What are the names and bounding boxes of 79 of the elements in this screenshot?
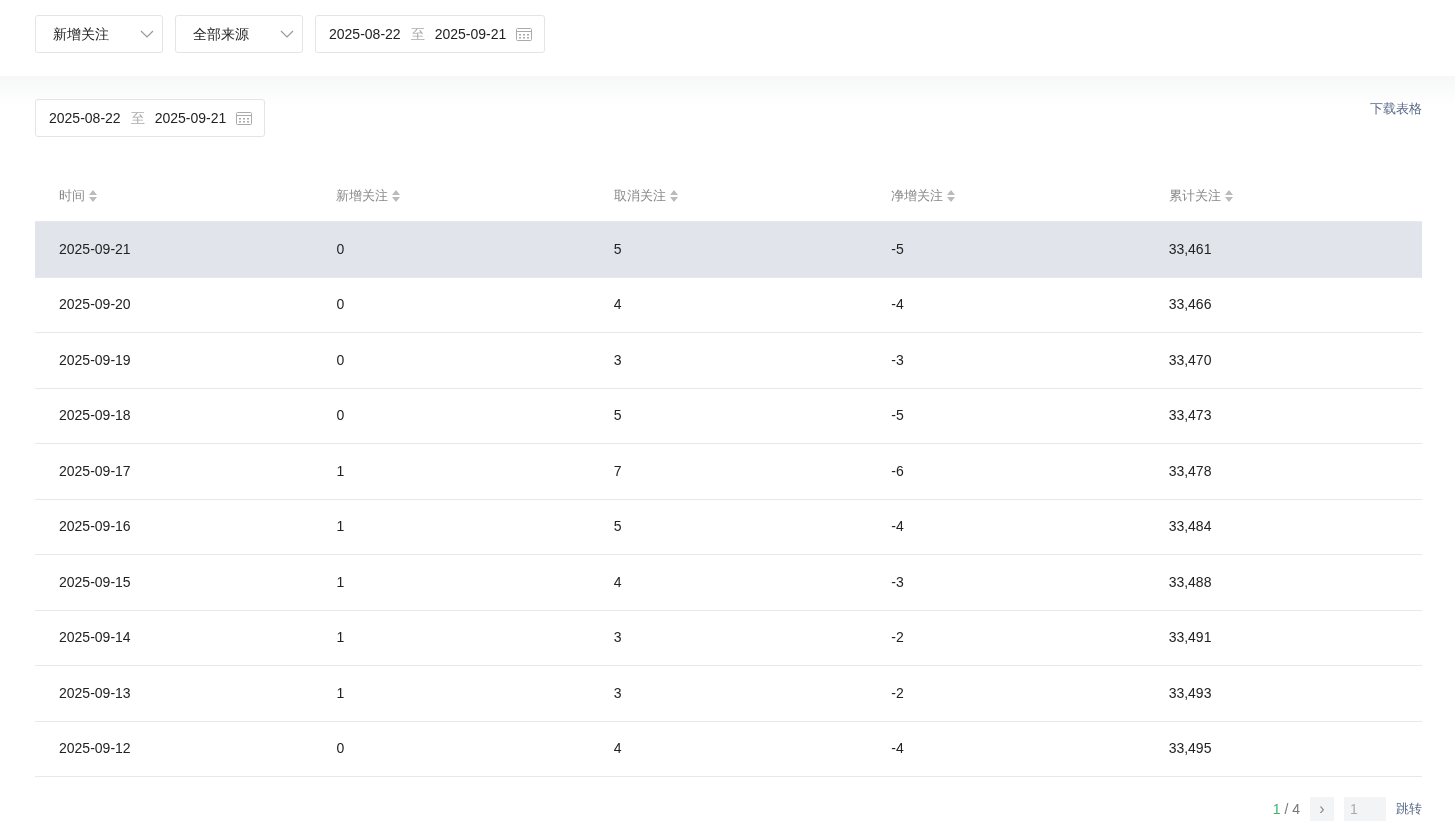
table-cell: 33,478 bbox=[1168, 462, 1212, 479]
table-cell: 2025-09-15 bbox=[59, 573, 131, 590]
table-cell: -2 bbox=[891, 629, 904, 646]
column-header[interactable]: 时间 bbox=[59, 185, 85, 206]
range-separator: 至 bbox=[410, 24, 425, 44]
table-cell: 1 bbox=[336, 573, 345, 590]
table-cell: 33,461 bbox=[1168, 240, 1212, 257]
table-cell: -4 bbox=[891, 740, 904, 757]
table-cell: 33,466 bbox=[1168, 296, 1212, 313]
column-header[interactable]: 新增关注 bbox=[336, 185, 389, 206]
table-cell: 4 bbox=[613, 573, 622, 590]
download-link[interactable]: 下载表格 bbox=[1370, 99, 1422, 119]
jump-link[interactable]: 跳转 bbox=[1396, 799, 1422, 819]
table-cell: 33,495 bbox=[1168, 740, 1212, 757]
page-input[interactable]: 1 bbox=[1344, 797, 1386, 821]
column-header[interactable]: 取消关注 bbox=[613, 185, 666, 206]
chevron-down-icon bbox=[280, 30, 294, 38]
sort-icon[interactable] bbox=[668, 188, 679, 203]
table-cell: 4 bbox=[613, 296, 622, 313]
select-dropdown[interactable]: 新增关注 bbox=[35, 15, 163, 53]
select-dropdown[interactable]: 全部来源 bbox=[175, 15, 303, 53]
table-cell: 1 bbox=[336, 684, 345, 701]
range-separator: 至 bbox=[130, 108, 145, 128]
table-cell: -2 bbox=[891, 684, 904, 701]
table-cell: 0 bbox=[336, 407, 345, 424]
table-cell: 33,484 bbox=[1168, 518, 1212, 535]
table-cell: 4 bbox=[613, 740, 622, 757]
table-cell: 5 bbox=[613, 240, 622, 257]
table-cell: 5 bbox=[613, 518, 622, 535]
column-header[interactable]: 净增关注 bbox=[891, 185, 944, 206]
table-cell: 0 bbox=[336, 240, 345, 257]
table-cell: 2025-09-20 bbox=[59, 296, 131, 313]
date-range-picker[interactable]: 2025-08-22 至 2025-09-21 bbox=[35, 99, 266, 137]
table-cell: 5 bbox=[613, 407, 622, 424]
sort-icon[interactable] bbox=[391, 188, 402, 203]
start-date: 2025-08-22 bbox=[49, 108, 121, 128]
next-page-button[interactable]: › bbox=[1310, 797, 1334, 821]
column-header[interactable]: 累计关注 bbox=[1168, 185, 1221, 206]
table-cell: 33,491 bbox=[1168, 629, 1212, 646]
table-cell: -4 bbox=[891, 518, 904, 535]
sort-icon[interactable] bbox=[1223, 188, 1234, 203]
page-indicator: 1 / 4 bbox=[1272, 799, 1300, 819]
table-cell: -3 bbox=[891, 573, 904, 590]
table-cell: 2025-09-16 bbox=[59, 518, 131, 535]
calendar-icon bbox=[516, 27, 533, 41]
table-cell: 0 bbox=[336, 296, 345, 313]
table-cell: 3 bbox=[613, 351, 622, 368]
table-cell: 2025-09-14 bbox=[59, 629, 131, 646]
table-cell: 2025-09-18 bbox=[59, 407, 131, 424]
table-cell: 2025-09-21 bbox=[59, 240, 131, 257]
table-cell: -5 bbox=[891, 240, 904, 257]
chevron-down-icon bbox=[140, 30, 154, 38]
table-cell: -5 bbox=[891, 407, 904, 424]
table-cell: 2025-09-13 bbox=[59, 684, 131, 701]
table-cell: 3 bbox=[613, 629, 622, 646]
table-cell: 0 bbox=[336, 351, 345, 368]
calendar-icon bbox=[236, 111, 253, 125]
table-cell: 33,493 bbox=[1168, 684, 1212, 701]
sort-icon[interactable] bbox=[946, 188, 957, 203]
sort-icon[interactable] bbox=[88, 188, 98, 203]
date-range-picker[interactable]: 2025-08-22 至 2025-09-21 bbox=[315, 15, 546, 53]
table-cell: 2025-09-19 bbox=[59, 351, 131, 368]
table-cell: 7 bbox=[613, 462, 622, 479]
start-date: 2025-08-22 bbox=[329, 24, 401, 44]
table-cell: 33,488 bbox=[1168, 573, 1212, 590]
table-cell: 2025-09-12 bbox=[59, 740, 131, 757]
table-cell: -6 bbox=[891, 462, 904, 479]
table-cell: 1 bbox=[336, 518, 345, 535]
table-cell: 33,473 bbox=[1168, 407, 1212, 424]
table-cell: -4 bbox=[891, 296, 904, 313]
table-cell: 0 bbox=[336, 740, 345, 757]
table-cell: 3 bbox=[613, 684, 622, 701]
table-cell: 1 bbox=[336, 462, 345, 479]
end-date: 2025-09-21 bbox=[154, 108, 227, 128]
table-cell: 33,470 bbox=[1168, 351, 1212, 368]
end-date: 2025-09-21 bbox=[434, 24, 507, 44]
table-cell: 2025-09-17 bbox=[59, 462, 131, 479]
table-cell: 1 bbox=[336, 629, 345, 646]
table-cell: -3 bbox=[891, 351, 904, 368]
